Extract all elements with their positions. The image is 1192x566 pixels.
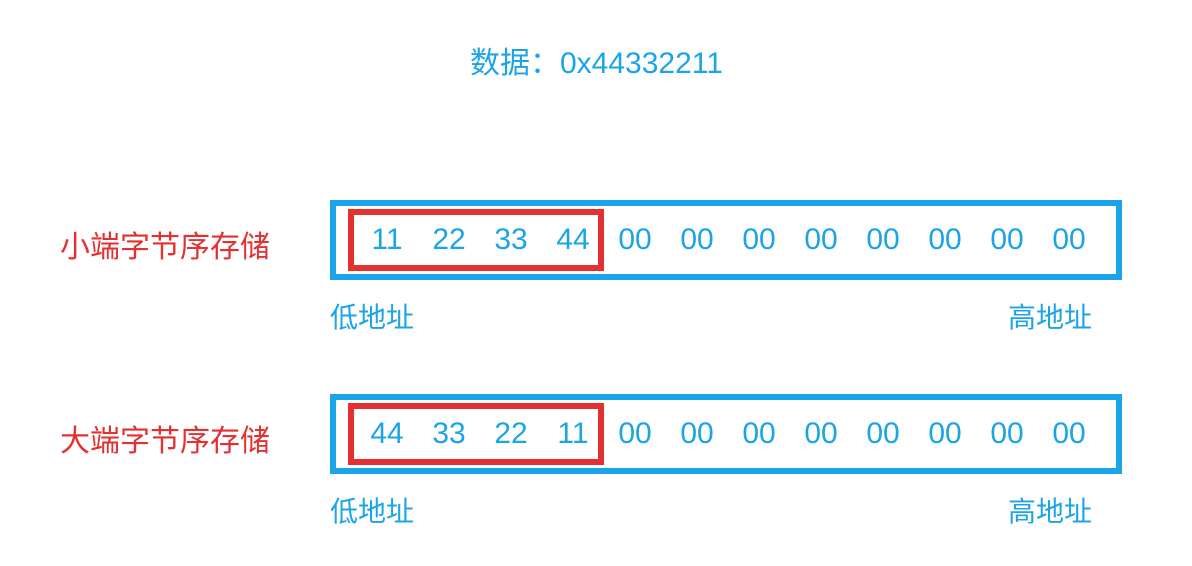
byte-cell: 11 [542, 417, 604, 451]
byte-cell: 00 [1038, 223, 1100, 257]
title-text: 数据：0x44332211 [470, 38, 723, 82]
byte-cell: 44 [356, 417, 418, 451]
byte-cell: 00 [976, 417, 1038, 451]
byte-cell: 44 [542, 223, 604, 257]
high-address-label: 高地址 [1008, 490, 1092, 530]
big-endian-label: 大端字节序存储 [60, 416, 270, 460]
byte-cell: 00 [728, 223, 790, 257]
byte-cell: 00 [666, 223, 728, 257]
byte-cell: 22 [418, 223, 480, 257]
byte-cell: 00 [604, 417, 666, 451]
byte-cell: 00 [790, 223, 852, 257]
byte-cell: 00 [790, 417, 852, 451]
byte-cell: 00 [852, 223, 914, 257]
byte-cell: 00 [666, 417, 728, 451]
big-endian-memory-box: 44 33 22 11 00 00 00 00 00 00 00 00 [330, 394, 1122, 474]
byte-cell: 00 [1038, 417, 1100, 451]
byte-cell: 00 [976, 223, 1038, 257]
little-endian-memory-box: 11 22 33 44 00 00 00 00 00 00 00 00 [330, 200, 1122, 280]
low-address-label: 低地址 [330, 490, 414, 530]
byte-cell: 11 [356, 223, 418, 257]
byte-cell: 00 [604, 223, 666, 257]
little-endian-label: 小端字节序存储 [60, 222, 270, 266]
byte-cell: 33 [480, 223, 542, 257]
high-address-label: 高地址 [1008, 296, 1092, 336]
byte-cell: 00 [852, 417, 914, 451]
byte-cell: 00 [914, 223, 976, 257]
byte-cell: 00 [728, 417, 790, 451]
byte-group: 44 33 22 11 00 00 00 00 00 00 00 00 [356, 417, 1100, 451]
byte-cell: 33 [418, 417, 480, 451]
byte-cell: 00 [914, 417, 976, 451]
byte-cell: 22 [480, 417, 542, 451]
byte-group: 11 22 33 44 00 00 00 00 00 00 00 00 [356, 223, 1100, 257]
low-address-label: 低地址 [330, 296, 414, 336]
